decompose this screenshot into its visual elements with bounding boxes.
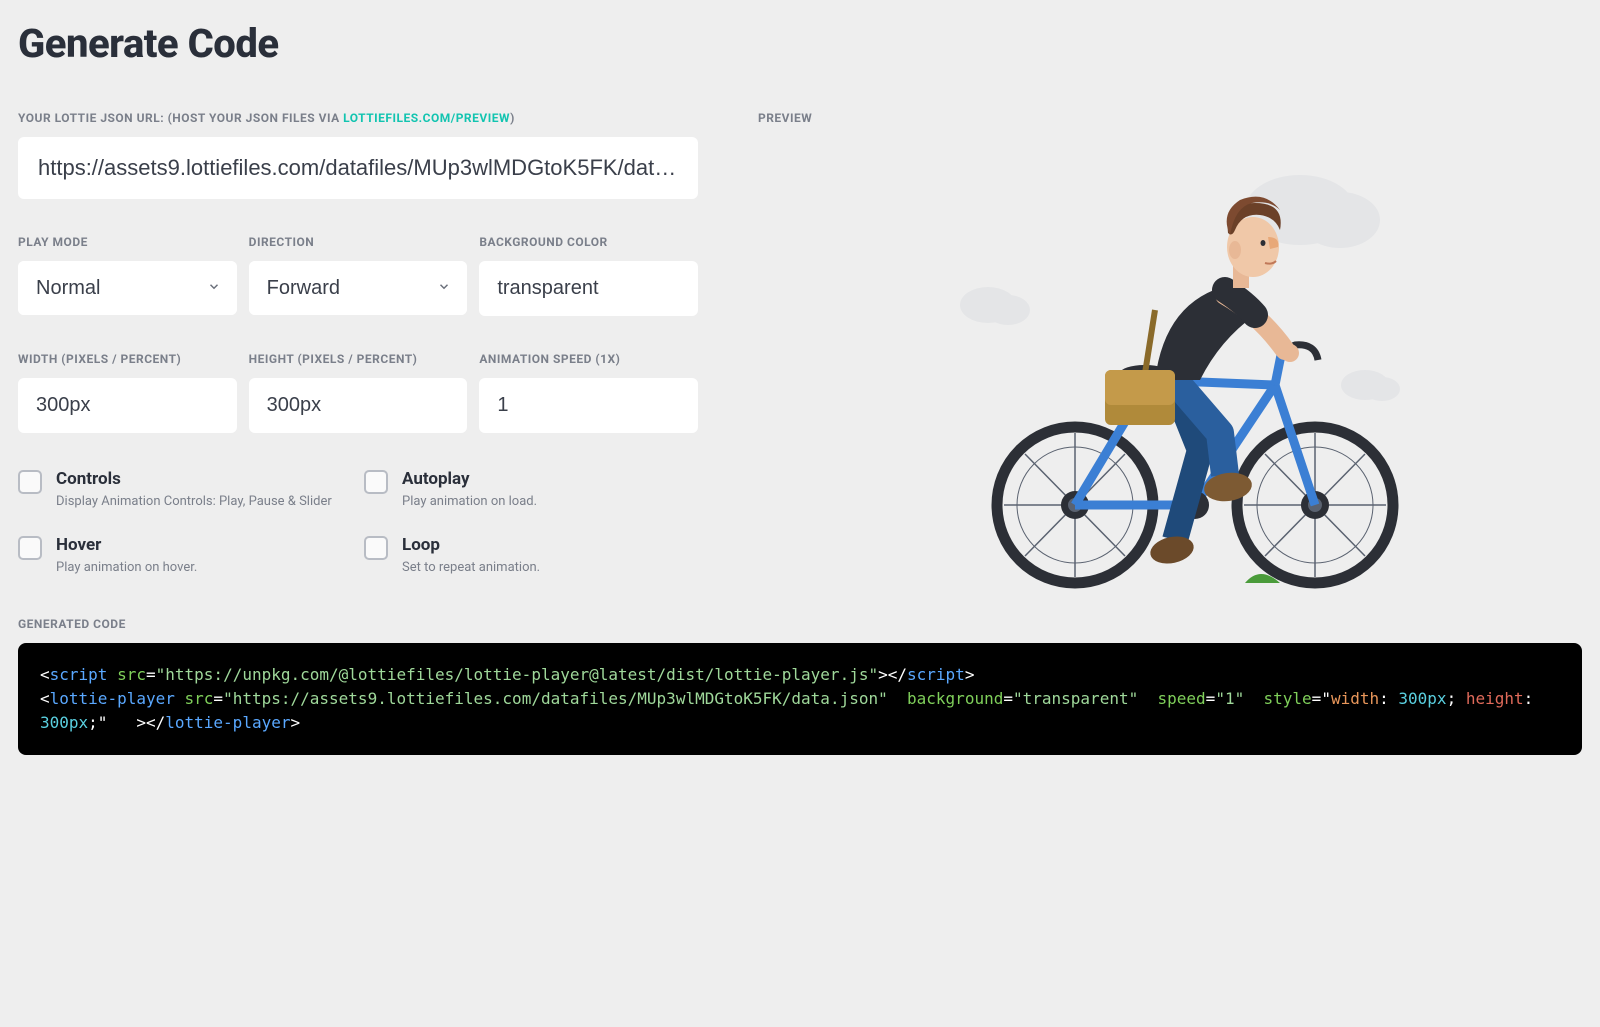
- url-section-label: YOUR LOTTIE JSON URL: (HOST YOUR JSON FI…: [18, 111, 698, 125]
- height-input[interactable]: [249, 378, 468, 433]
- cyclist-illustration: [758, 155, 1582, 595]
- autoplay-title: Autoplay: [402, 469, 537, 489]
- preview-canvas: [758, 155, 1582, 595]
- speed-label: ANIMATION SPEED (1X): [479, 352, 698, 366]
- autoplay-checkbox[interactable]: [364, 470, 388, 494]
- direction-select[interactable]: Forward: [249, 261, 468, 315]
- speed-input[interactable]: [479, 378, 698, 433]
- controls-desc: Display Animation Controls:​ Play, Pause…: [56, 493, 332, 511]
- loop-desc: Set to repeat animation.: [402, 559, 540, 577]
- generated-code-label: GENERATED CODE: [18, 617, 1582, 631]
- lottie-url-input[interactable]: [18, 137, 698, 199]
- direction-label: DIRECTION: [249, 235, 468, 249]
- play-mode-select[interactable]: Normal: [18, 261, 237, 315]
- bg-color-label: BACKGROUND COLOR: [479, 235, 698, 249]
- bg-color-input[interactable]: [479, 261, 698, 316]
- height-label: HEIGHT (PIXELS / PERCENT): [249, 352, 468, 366]
- generated-code-block[interactable]: <script src="https://unpkg.com/@lottiefi…: [18, 643, 1582, 755]
- loop-checkbox[interactable]: [364, 536, 388, 560]
- width-input[interactable]: [18, 378, 237, 433]
- hover-desc: Play animation on hover.: [56, 559, 197, 577]
- autoplay-desc: Play animation on load.: [402, 493, 537, 511]
- page-title: Generate Code: [18, 20, 1582, 67]
- loop-title: Loop: [402, 535, 540, 555]
- hover-title: Hover: [56, 535, 197, 555]
- play-mode-label: PLAY MODE: [18, 235, 237, 249]
- width-label: WIDTH (PIXELS / PERCENT): [18, 352, 237, 366]
- preview-link[interactable]: LOTTIEFILES.COM/PREVIEW: [343, 111, 510, 125]
- controls-title: Controls: [56, 469, 332, 489]
- hover-checkbox[interactable]: [18, 536, 42, 560]
- preview-label: PREVIEW: [758, 111, 1582, 125]
- controls-checkbox[interactable]: [18, 470, 42, 494]
